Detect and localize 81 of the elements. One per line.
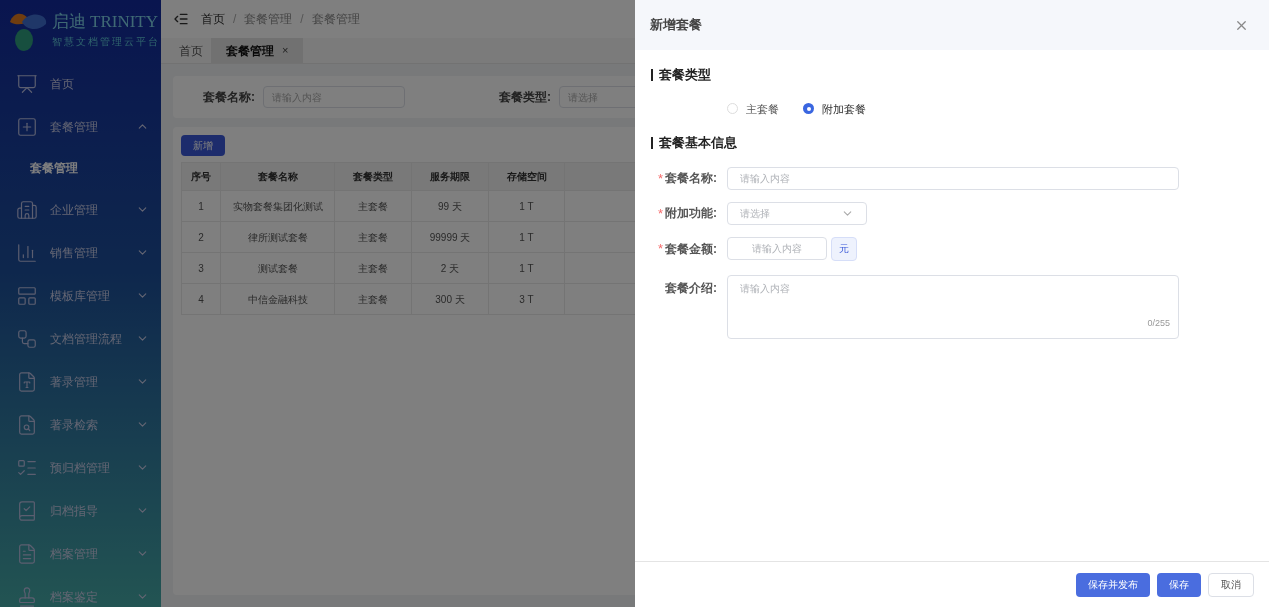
- drawer-title: 新增套餐: [650, 16, 702, 35]
- table-cell: 300 天: [411, 283, 489, 315]
- section-title: 套餐类型: [659, 66, 711, 84]
- table-cell: 中信金融科技: [220, 283, 335, 315]
- monitor-icon: [16, 72, 38, 95]
- table-cell: 2 天: [411, 252, 489, 284]
- sidebar-item[interactable]: 文档管理流程: [0, 317, 161, 360]
- menu-icon[interactable]: [173, 11, 189, 27]
- field-label: 附加功能:: [665, 205, 717, 222]
- table-cell: 99 天: [411, 190, 489, 222]
- required-asterisk: *: [657, 171, 663, 185]
- radio-option[interactable]: 主套餐: [727, 100, 779, 117]
- filter-label: 套餐名称:: [203, 89, 255, 106]
- primary-button[interactable]: 保存并发布: [1076, 572, 1150, 597]
- column-header: 服务期限: [411, 162, 489, 191]
- required-asterisk: *: [657, 206, 663, 220]
- cancel-button[interactable]: 取消: [1208, 572, 1254, 597]
- sidebar-item[interactable]: 著录管理: [0, 360, 161, 403]
- table-cell: 2: [181, 221, 221, 253]
- sidebar-item[interactable]: 档案管理: [0, 532, 161, 575]
- breadcrumb-item[interactable]: 首页: [201, 10, 225, 28]
- sidebar-item[interactable]: 预归档管理: [0, 446, 161, 489]
- sidebar-item[interactable]: 档案鉴定: [0, 575, 161, 607]
- stamp-icon: [16, 585, 38, 607]
- sidebar-subitem[interactable]: 套餐管理: [0, 148, 161, 188]
- logo-name: TRINITY: [90, 13, 158, 30]
- table-cell: 律所测试套餐: [220, 221, 335, 253]
- table-cell: 1 T: [488, 221, 565, 253]
- table-cell: 主套餐: [334, 190, 412, 222]
- page-tab[interactable]: 套餐管理 ×: [211, 38, 304, 63]
- required-asterisk: *: [657, 242, 663, 255]
- column-header: 套餐名称: [220, 162, 335, 191]
- select-field[interactable]: 请选择: [727, 201, 867, 225]
- table-cell: 主套餐: [334, 221, 412, 253]
- table-cell: 测试套餐: [220, 252, 335, 284]
- page-tab[interactable]: 首页: [171, 38, 211, 63]
- sidebar-item[interactable]: 模板库管理: [0, 274, 161, 317]
- document-search-icon: [16, 413, 38, 436]
- sidebar-item[interactable]: 首页: [0, 62, 161, 105]
- textarea-field[interactable]: 请输入内容 0/255: [727, 274, 1179, 339]
- tab-close[interactable]: ×: [282, 42, 289, 59]
- primary-button[interactable]: 保存: [1157, 572, 1201, 597]
- plus-square-icon: [16, 115, 38, 138]
- table-cell: 4: [181, 283, 221, 315]
- bar-chart-icon: [16, 241, 38, 264]
- file-icon: [16, 542, 38, 565]
- field-label: 套餐金额:: [665, 240, 717, 258]
- text-field[interactable]: 请输入内容: [727, 166, 1179, 190]
- table-cell: 主套餐: [334, 283, 412, 315]
- field-label: 套餐介绍:: [665, 279, 717, 297]
- field-label: 套餐名称:: [665, 170, 717, 187]
- filter-label: 套餐类型:: [499, 89, 551, 106]
- table-cell: 1 T: [488, 190, 565, 222]
- character-counter: 0/255: [1147, 317, 1170, 330]
- sidebar-item[interactable]: 著录检索: [0, 403, 161, 446]
- table-cell: 主套餐: [334, 252, 412, 284]
- layout-icon: [16, 284, 38, 307]
- sidebar-item[interactable]: 销售管理: [0, 231, 161, 274]
- book-check-icon: [16, 499, 38, 522]
- breadcrumb-separator: /: [300, 11, 304, 28]
- table-cell: 3 T: [488, 283, 565, 315]
- section-title: 套餐基本信息: [659, 134, 737, 152]
- table-cell: 1: [181, 190, 221, 222]
- column-header: 套餐类型: [334, 162, 412, 191]
- table-cell: 1 T: [488, 252, 565, 284]
- breadcrumb-separator: /: [233, 11, 237, 28]
- workflow-icon: [16, 327, 38, 350]
- sidebar-item[interactable]: 套餐管理: [0, 105, 161, 148]
- table-cell: 99999 天: [411, 221, 489, 253]
- building-icon: [16, 198, 38, 221]
- currency-tag: 元: [831, 236, 857, 261]
- radio-option[interactable]: 附加套餐: [803, 100, 866, 117]
- sidebar-item[interactable]: 企业管理: [0, 188, 161, 231]
- logo-brand: 启迪: [52, 13, 86, 30]
- table-cell: 实物套餐集团化测试: [220, 190, 335, 222]
- column-header: 存储空间: [488, 162, 565, 191]
- column-header: 序号: [181, 162, 221, 191]
- table-cell: 3: [181, 252, 221, 284]
- add-button[interactable]: 新增: [181, 135, 225, 156]
- document-icon: [16, 370, 38, 393]
- amount-field[interactable]: 请输入内容: [727, 237, 827, 260]
